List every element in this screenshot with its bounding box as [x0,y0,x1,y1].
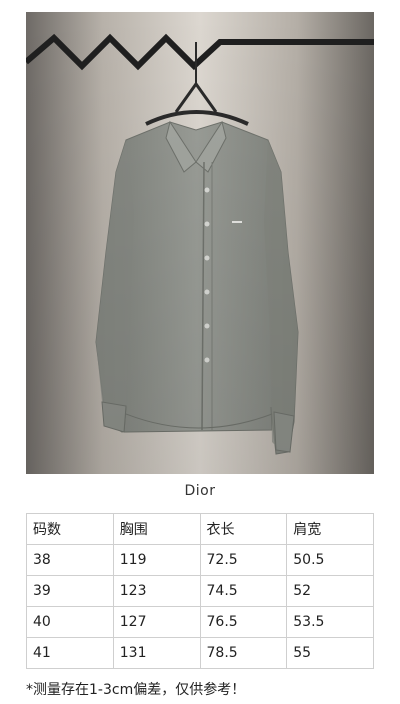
header-size: 码数 [26,513,114,545]
table-cell: 55 [286,637,374,669]
table-cell: 40 [26,606,114,638]
table-row: 40 127 76.5 53.5 [26,606,374,638]
shirt-on-hanger-photo [26,12,374,474]
header-chest: 胸围 [112,513,201,545]
brand-label: Dior [184,483,216,499]
size-table: 码数 胸围 衣长 肩宽 38 119 72.5 50.5 39 123 74.5… [26,513,374,669]
header-length: 衣长 [199,513,288,545]
table-row: 38 119 72.5 50.5 [26,544,374,576]
table-header-row: 码数 胸围 衣长 肩宽 [26,513,374,545]
header-shoulder: 肩宽 [286,513,374,545]
table-cell: 52 [286,575,374,607]
table-cell: 131 [112,637,201,669]
table-cell: 38 [26,544,114,576]
table-cell: 50.5 [286,544,374,576]
table-cell: 76.5 [199,606,288,638]
table-cell: 119 [112,544,201,576]
product-photo [26,12,374,474]
table-cell: 39 [26,575,114,607]
measurement-note: *测量存在1-3cm偏差，仅供参考！ [26,682,246,698]
table-cell: 74.5 [199,575,288,607]
table-cell: 127 [112,606,201,638]
table-cell: 41 [26,637,114,669]
table-row: 39 123 74.5 52 [26,575,374,607]
table-cell: 78.5 [199,637,288,669]
table-cell: 123 [112,575,201,607]
table-row: 41 131 78.5 55 [26,637,374,669]
table-cell: 72.5 [199,544,288,576]
table-cell: 53.5 [286,606,374,638]
